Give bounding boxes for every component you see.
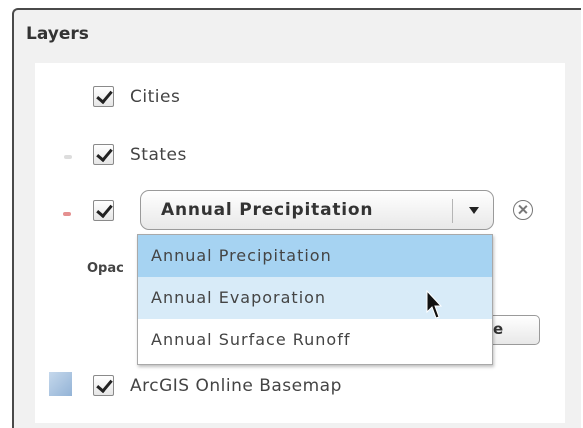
option-annual-precipitation[interactable]: Annual Precipitation (138, 235, 492, 277)
opacity-label: Opac (87, 261, 124, 276)
layer-row-states: States (93, 144, 187, 165)
panel-title: Layers (26, 24, 89, 44)
basemap-thumbnail-icon (49, 372, 72, 396)
layer-label-states: States (130, 144, 187, 165)
remove-circle-icon[interactable] (513, 200, 533, 220)
layer-checkbox-precipitation[interactable] (93, 200, 114, 221)
legend-swatch-precipitation (63, 212, 71, 216)
layer-checkbox-cities[interactable] (93, 86, 114, 107)
layer-label-basemap: ArcGIS Online Basemap (130, 375, 342, 396)
layer-select-value: Annual Precipitation (161, 200, 374, 220)
option-annual-surface-runoff[interactable]: Annual Surface Runoff (138, 319, 492, 361)
layer-row-precipitation (93, 200, 114, 221)
layer-label-cities: Cities (130, 86, 181, 107)
layer-select[interactable]: Annual Precipitation (140, 190, 494, 230)
mouse-cursor-icon (426, 290, 442, 319)
layer-checkbox-states[interactable] (93, 144, 114, 165)
chevron-down-icon[interactable] (469, 207, 479, 214)
layer-row-basemap: ArcGIS Online Basemap (93, 375, 342, 396)
layer-row-cities: Cities (93, 86, 180, 107)
obscured-button-label: e (493, 320, 504, 338)
select-divider (452, 199, 453, 223)
layer-checkbox-basemap[interactable] (93, 375, 114, 396)
legend-swatch-states (64, 155, 72, 159)
